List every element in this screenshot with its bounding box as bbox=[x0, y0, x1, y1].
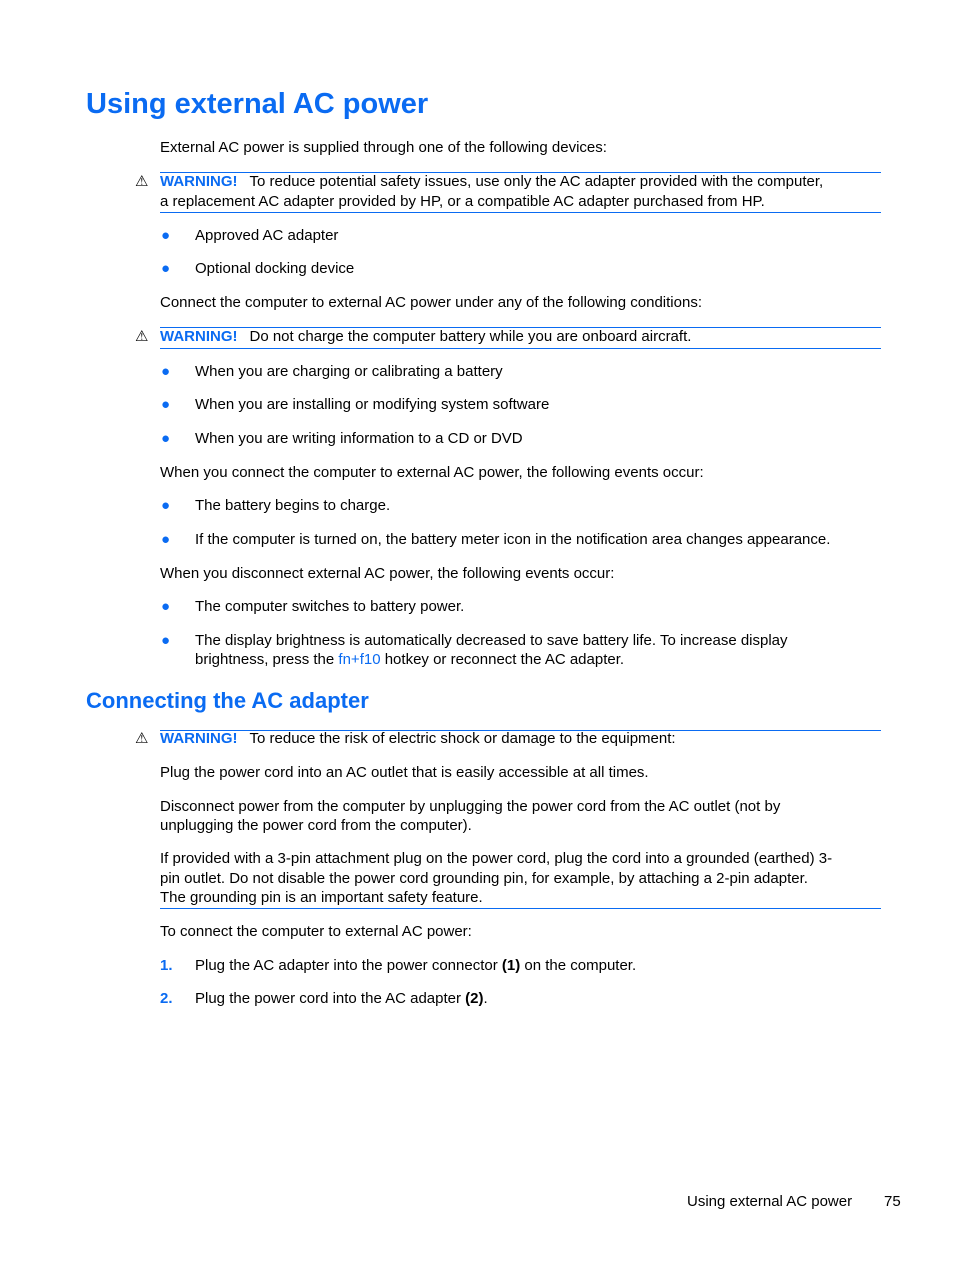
bullet-icon: ● bbox=[161, 598, 171, 615]
paragraph-continuation: The grounding pin is an important safety… bbox=[160, 889, 483, 906]
bullet-icon: ● bbox=[161, 531, 171, 548]
bullet-icon: ● bbox=[161, 632, 171, 649]
warning-2: WARNING! Do not charge the computer batte… bbox=[160, 327, 882, 347]
text-segment: brightness, press the bbox=[195, 651, 339, 668]
list-item: The computer switches to battery power. bbox=[195, 598, 465, 615]
hotkey-link[interactable]: fn+f10 bbox=[338, 651, 380, 668]
warning-triangle-icon: ⚠ bbox=[135, 328, 149, 345]
text-segment: on the computer. bbox=[520, 957, 637, 974]
warning-triangle-icon: ⚠ bbox=[135, 730, 149, 747]
warning-2-text: Do not charge the computer battery while… bbox=[249, 328, 692, 345]
list-item-continuation: brightness, press the fn+f10 hotkey or r… bbox=[195, 650, 885, 670]
callout-number: (1) bbox=[501, 957, 521, 974]
section-title: Connecting the AC adapter bbox=[86, 688, 369, 713]
list-item: Approved AC adapter bbox=[195, 227, 339, 244]
text-segment: Plug the power cord into the AC adapter bbox=[195, 990, 466, 1007]
list-item: If the computer is turned on, the batter… bbox=[195, 531, 831, 548]
warning-label: WARNING! bbox=[160, 173, 238, 190]
steps-intro: To connect the computer to external AC p… bbox=[160, 923, 472, 940]
warning-label: WARNING! bbox=[160, 730, 238, 747]
step-item: Plug the AC adapter into the power conne… bbox=[195, 956, 885, 976]
bullet-icon: ● bbox=[161, 260, 171, 277]
connect-intro: When you connect the computer to externa… bbox=[160, 464, 704, 481]
list-item: Optional docking device bbox=[195, 260, 355, 277]
list-item: The display brightness is automatically … bbox=[195, 632, 788, 649]
list-item: When you are charging or calibrating a b… bbox=[195, 363, 503, 380]
footer-section-title: Using external AC power bbox=[687, 1193, 853, 1210]
warning-1-line2: a replacement AC adapter provided by HP,… bbox=[160, 193, 765, 210]
paragraph: Plug the power cord into an AC outlet th… bbox=[160, 764, 649, 781]
list-item: When you are writing information to a CD… bbox=[195, 430, 523, 447]
bullet-icon: ● bbox=[161, 497, 171, 514]
text-segment: Plug the AC adapter into the power conne… bbox=[195, 957, 502, 974]
page-title: Using external AC power bbox=[86, 88, 429, 120]
warning-rule-bottom bbox=[160, 908, 881, 909]
text-segment: hotkey or reconnect the AC adapter. bbox=[380, 651, 625, 668]
text-segment: . bbox=[483, 990, 488, 1007]
bullet-icon: ● bbox=[161, 430, 171, 447]
warning-rule-bottom bbox=[160, 348, 881, 349]
conditions-intro: Connect the computer to external AC powe… bbox=[160, 294, 702, 311]
step-number: 2. bbox=[160, 990, 173, 1007]
warning-1: WARNING! To reduce potential safety issue… bbox=[160, 172, 882, 192]
list-item: When you are installing or modifying sys… bbox=[195, 396, 550, 413]
warning-triangle-icon: ⚠ bbox=[135, 173, 149, 190]
bullet-icon: ● bbox=[161, 396, 171, 413]
intro-text: External AC power is supplied through on… bbox=[160, 139, 607, 156]
warning-3-text: To reduce the risk of electric shock or … bbox=[249, 730, 676, 747]
warning-label: WARNING! bbox=[160, 328, 238, 345]
step-item: Plug the power cord into the AC adapter … bbox=[195, 989, 885, 1009]
bullet-icon: ● bbox=[161, 227, 171, 244]
paragraph: If provided with a 3-pin attachment plug… bbox=[160, 850, 833, 867]
bullet-icon: ● bbox=[161, 363, 171, 380]
paragraph: Disconnect power from the computer by un… bbox=[160, 798, 781, 815]
paragraph-continuation: unplugging the power cord from the compu… bbox=[160, 817, 472, 834]
warning-3: WARNING! To reduce the risk of electric s… bbox=[160, 729, 882, 749]
list-item: The battery begins to charge. bbox=[195, 497, 391, 514]
page-number: 75 bbox=[884, 1193, 901, 1210]
warning-rule-bottom bbox=[160, 212, 881, 213]
disconnect-intro: When you disconnect external AC power, t… bbox=[160, 565, 615, 582]
callout-number: (2) bbox=[465, 990, 484, 1007]
step-number: 1. bbox=[160, 957, 173, 974]
paragraph-continuation: pin outlet. Do not disable the power cor… bbox=[160, 870, 808, 887]
warning-1-line1: To reduce potential safety issues, use o… bbox=[249, 173, 824, 190]
